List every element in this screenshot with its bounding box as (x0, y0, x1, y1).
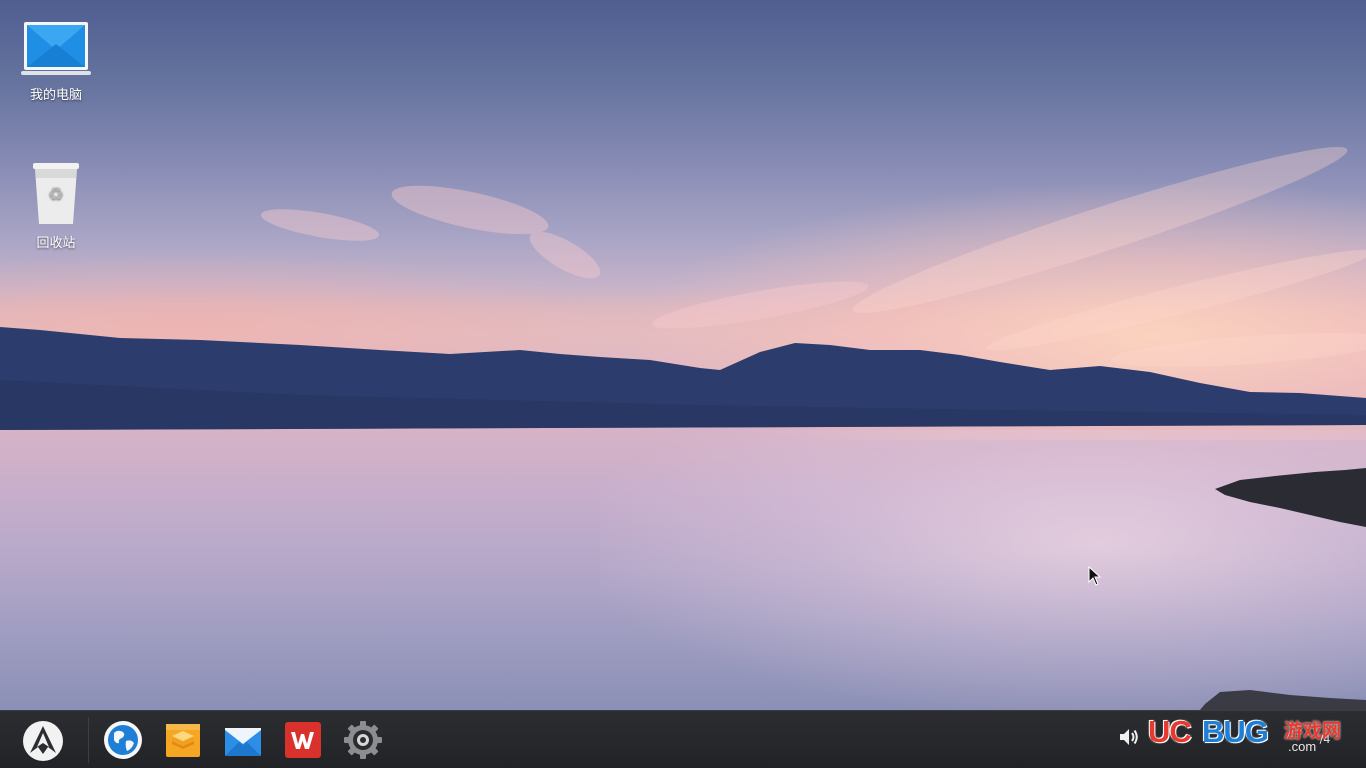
trash-bin-icon: ♻ (33, 163, 79, 224)
desktop-icon-my-computer[interactable]: 我的电脑 (11, 20, 101, 103)
taskbar-app-mail[interactable] (223, 720, 263, 760)
mouse-cursor-icon (1088, 566, 1102, 586)
desktop-wallpaper (0, 0, 1366, 710)
wps-office-icon (285, 722, 321, 758)
tray-volume-button[interactable] (1117, 725, 1141, 753)
launcher-button[interactable] (23, 721, 63, 761)
globe-icon (104, 721, 142, 759)
svg-text:♻: ♻ (48, 184, 64, 205)
taskbar-separator (88, 717, 89, 763)
launcher-logo-icon (30, 726, 56, 754)
speaker-icon (1120, 729, 1138, 745)
gear-icon (344, 721, 382, 759)
watermark-brand-blue: BUG (1202, 714, 1269, 749)
laptop-icon (21, 22, 91, 75)
watermark-brand-red: UC (1148, 714, 1192, 749)
mail-icon (225, 728, 261, 756)
desktop-icon-label: 我的电脑 (29, 88, 82, 103)
watermark-domain: .com (1288, 739, 1317, 754)
desktop-icon-recycle-bin[interactable]: ♻ 回收站 (11, 162, 101, 251)
folder-stack-icon (166, 724, 200, 757)
taskbar-app-settings[interactable] (343, 720, 383, 760)
landscape-silhouette (0, 146, 1366, 710)
desktop-icon-label: 回收站 (36, 236, 76, 251)
taskbar-app-browser[interactable] (103, 720, 143, 760)
taskbar-app-office[interactable] (283, 720, 323, 760)
taskbar-app-files[interactable] (163, 720, 203, 760)
